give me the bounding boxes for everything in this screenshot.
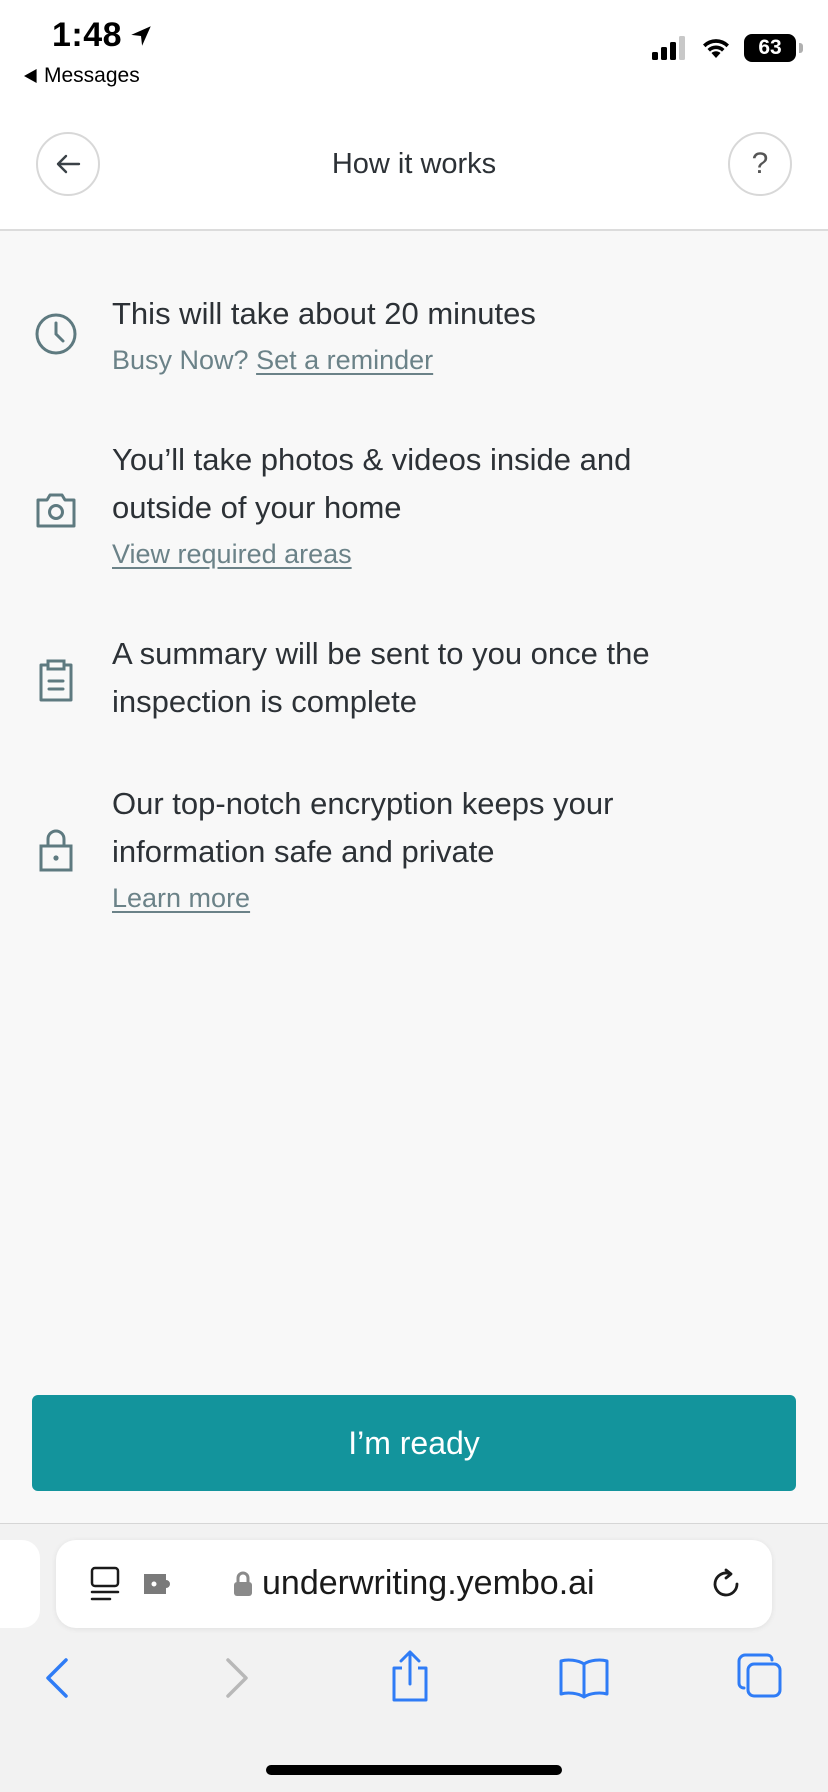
help-button[interactable]: ? bbox=[728, 132, 792, 196]
browser-forward-icon[interactable] bbox=[218, 1656, 254, 1700]
learn-more-link[interactable]: Learn more bbox=[112, 883, 250, 913]
tabs-icon[interactable] bbox=[736, 1652, 784, 1700]
info-text-time: This will take about 20 minutes Busy Now… bbox=[112, 290, 792, 382]
location-arrow-icon bbox=[131, 25, 151, 46]
set-reminder-link[interactable]: Set a reminder bbox=[256, 345, 433, 375]
clock-icon bbox=[35, 313, 77, 355]
url-text: underwriting.yembo.ai bbox=[262, 1564, 595, 1602]
required-areas-row: View required areas bbox=[112, 532, 792, 576]
view-required-areas-link[interactable]: View required areas bbox=[112, 539, 352, 569]
lock-icon bbox=[39, 829, 73, 872]
info-text-photos: You’ll take photos & videos inside and o… bbox=[112, 436, 792, 576]
busy-now-text: Busy Now? bbox=[112, 345, 249, 375]
battery-level: 63 bbox=[758, 36, 782, 59]
info-text-summary: A summary will be sent to you once the i… bbox=[112, 630, 792, 726]
im-ready-label: I’m ready bbox=[348, 1424, 480, 1461]
summary-text-line1: A summary will be sent to you once the bbox=[112, 636, 650, 671]
wifi-icon bbox=[703, 39, 729, 58]
bookmarks-icon[interactable] bbox=[558, 1656, 610, 1700]
battery-indicator: 63 bbox=[744, 34, 803, 62]
extension-icon[interactable] bbox=[142, 1570, 176, 1598]
address-bar[interactable]: underwriting.yembo.ai bbox=[56, 1540, 772, 1628]
encryption-text-line1: Our top-notch encryption keeps your bbox=[112, 786, 614, 821]
page-title: How it works bbox=[331, 148, 497, 180]
time-text: 1:48 bbox=[52, 16, 123, 54]
photos-text-line2: outside of your home bbox=[112, 490, 402, 525]
back-app-label: Messages bbox=[44, 64, 140, 87]
status-time: 1:48 bbox=[52, 16, 154, 55]
share-icon[interactable] bbox=[388, 1648, 432, 1704]
reload-icon[interactable] bbox=[708, 1566, 744, 1602]
help-icon: ? bbox=[751, 147, 769, 180]
signal-icon bbox=[652, 36, 685, 60]
status-bar: 1:48 Messages 63 bbox=[0, 0, 828, 110]
encryption-text-line2: information safe and private bbox=[112, 834, 495, 869]
back-triangle-icon bbox=[24, 69, 37, 83]
previous-tab-preview[interactable] bbox=[0, 1540, 40, 1628]
page-header: How it works ? bbox=[0, 110, 828, 231]
back-to-messages[interactable]: Messages bbox=[24, 64, 140, 88]
home-indicator bbox=[266, 1765, 562, 1775]
im-ready-button[interactable]: I’m ready bbox=[32, 1395, 796, 1491]
info-text-encryption: Our top-notch encryption keeps your info… bbox=[112, 780, 792, 920]
status-indicators: 63 bbox=[652, 34, 803, 62]
lock-small-icon bbox=[234, 1571, 252, 1596]
reminder-row: Busy Now? Set a reminder bbox=[112, 338, 792, 382]
clipboard-icon bbox=[39, 659, 73, 702]
browser-back-icon[interactable] bbox=[40, 1656, 76, 1700]
reader-icon[interactable] bbox=[90, 1566, 122, 1602]
learn-more-row: Learn more bbox=[112, 876, 792, 920]
camera-icon bbox=[36, 493, 76, 528]
time-estimate-text: This will take about 20 minutes bbox=[112, 296, 536, 331]
summary-text-line2: inspection is complete bbox=[112, 684, 417, 719]
photos-text-line1: You’ll take photos & videos inside and bbox=[112, 442, 632, 477]
